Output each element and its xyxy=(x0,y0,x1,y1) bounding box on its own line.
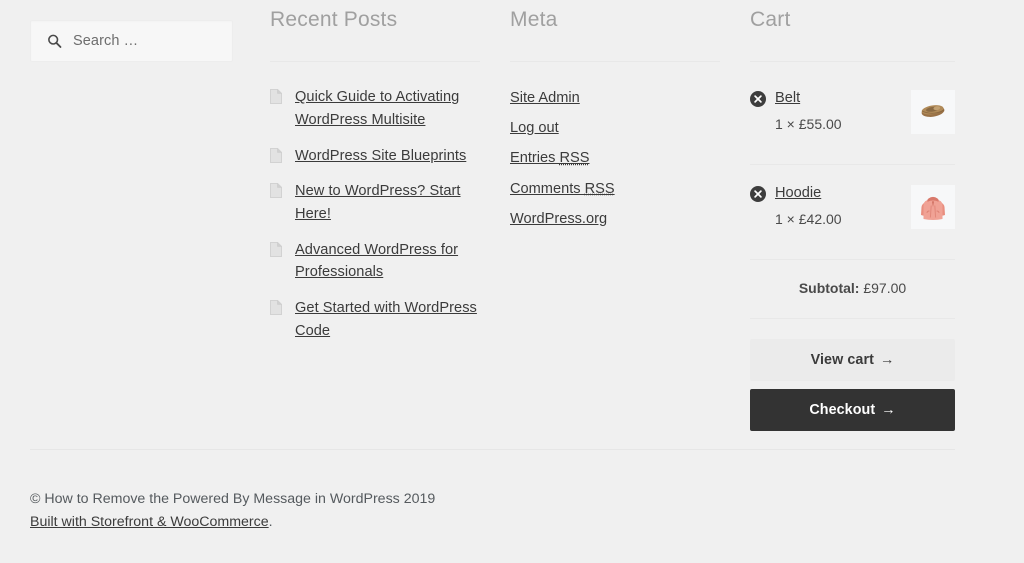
meta-link-text: Comments xyxy=(510,180,585,197)
recent-post-link[interactable]: Quick Guide to Activating WordPress Mult… xyxy=(295,89,459,128)
page-root: Recent Posts Quick Guide to Activating W… xyxy=(0,0,1024,563)
checkout-label: Checkout xyxy=(809,402,876,419)
cart-item-list: Belt 1 × £55.00 Hoodie 1 × £42.00 xyxy=(750,90,955,261)
list-item: Site Admin xyxy=(510,86,720,109)
footer-copyright: © How to Remove the Powered By Message i… xyxy=(30,491,436,507)
view-cart-label: View cart xyxy=(810,352,874,369)
list-item: Comments RSS xyxy=(510,177,720,200)
meta-link-text: Log out xyxy=(510,120,559,137)
meta-widget: Meta Site Admin Log out Entries RSS Comm… xyxy=(510,8,750,439)
list-item: WordPress Site Blueprints xyxy=(270,145,480,168)
meta-link-site-admin[interactable]: Site Admin xyxy=(510,90,580,106)
document-icon xyxy=(270,241,282,257)
list-item: Get Started with WordPress Code xyxy=(270,297,480,342)
cart-item: Hoodie 1 × £42.00 xyxy=(750,185,955,261)
recent-posts-list: Quick Guide to Activating WordPress Mult… xyxy=(270,86,480,342)
list-item: New to WordPress? Start Here! xyxy=(270,180,480,225)
meta-divider xyxy=(510,61,720,63)
site-footer: © How to Remove the Powered By Message i… xyxy=(30,449,955,534)
remove-circle-icon[interactable] xyxy=(750,186,766,203)
hoodie-thumbnail xyxy=(911,185,955,230)
cart-widget: Cart Belt 1 × £55.00 Hoodie 1 × £42.00 S… xyxy=(750,8,955,439)
rss-abbr: RSS xyxy=(559,150,590,167)
meta-link-text: Entries xyxy=(510,150,560,167)
list-item: Log out xyxy=(510,116,720,139)
remove-circle-icon[interactable] xyxy=(750,91,766,108)
document-icon xyxy=(270,300,282,316)
cart-title: Cart xyxy=(750,8,791,31)
recent-post-link[interactable]: WordPress Site Blueprints xyxy=(295,148,466,164)
search-icon xyxy=(47,34,62,49)
list-item: WordPress.org xyxy=(510,207,720,230)
document-icon xyxy=(270,183,282,199)
cart-subtotal: Subtotal: £97.00 xyxy=(750,280,955,320)
recent-posts-widget: Recent Posts Quick Guide to Activating W… xyxy=(270,8,510,439)
cart-subtotal-value: £97.00 xyxy=(863,280,907,297)
meta-link-entries-rss[interactable]: Entries RSS xyxy=(510,150,590,166)
rss-abbr: RSS xyxy=(584,180,615,197)
recent-post-link[interactable]: Get Started with WordPress Code xyxy=(295,300,477,339)
footer-credit: Built with Storefront & WooCommerce. xyxy=(30,511,955,534)
footer-credit-suffix: . xyxy=(268,514,273,530)
list-item: Quick Guide to Activating WordPress Mult… xyxy=(270,86,480,131)
footer-widget-columns: Recent Posts Quick Guide to Activating W… xyxy=(30,8,955,439)
meta-link-comments-rss[interactable]: Comments RSS xyxy=(510,181,615,197)
cart-subtotal-label: Subtotal: xyxy=(798,280,860,297)
recent-post-link[interactable]: Advanced WordPress for Professionals xyxy=(295,242,458,281)
meta-link-text: WordPress.org xyxy=(510,210,608,227)
recent-post-link[interactable]: New to WordPress? Start Here! xyxy=(295,183,461,222)
cart-item: Belt 1 × £55.00 xyxy=(750,90,955,166)
meta-list: Site Admin Log out Entries RSS Comments … xyxy=(510,86,720,230)
search-form[interactable] xyxy=(30,20,233,62)
view-cart-button[interactable]: View cart → xyxy=(750,339,955,382)
belt-thumbnail xyxy=(911,90,955,135)
meta-link-wordpress-org[interactable]: WordPress.org xyxy=(510,211,607,227)
checkout-button[interactable]: Checkout → xyxy=(750,389,955,432)
meta-link-text: Site Admin xyxy=(510,90,580,107)
arrow-right-icon: → xyxy=(880,352,895,369)
list-item: Advanced WordPress for Professionals xyxy=(270,239,480,284)
arrow-right-icon: → xyxy=(881,402,896,419)
cart-divider xyxy=(750,61,955,63)
recent-posts-divider xyxy=(270,61,480,63)
footer-credit-link[interactable]: Built with Storefront & WooCommerce xyxy=(30,514,269,530)
search-widget-column xyxy=(30,8,270,439)
meta-link-log-out[interactable]: Log out xyxy=(510,120,559,136)
recent-posts-title: Recent Posts xyxy=(270,8,398,31)
meta-title: Meta xyxy=(510,8,558,31)
document-icon xyxy=(270,89,282,105)
list-item: Entries RSS xyxy=(510,146,720,169)
document-icon xyxy=(270,147,282,163)
